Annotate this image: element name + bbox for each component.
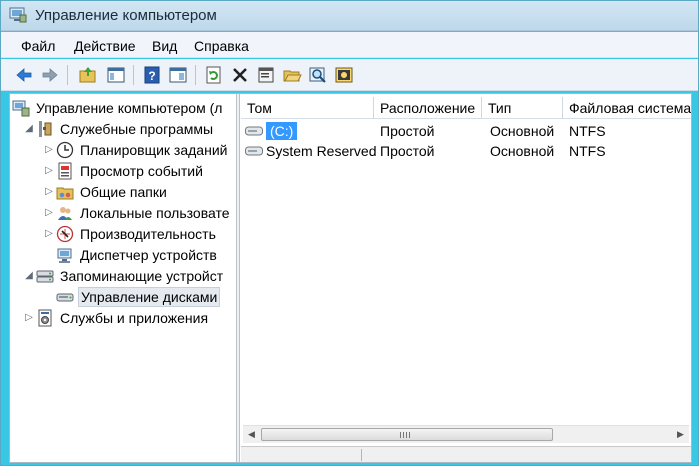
- column-header-layout[interactable]: Расположение: [374, 97, 482, 119]
- up-folder-icon[interactable]: [77, 64, 99, 86]
- system-tools-icon: [36, 120, 54, 138]
- show-hide-tree-icon[interactable]: [105, 64, 127, 86]
- window-title: Управление компьютером: [35, 7, 217, 24]
- tree-item-label: Просмотр событий: [80, 162, 203, 179]
- status-bar: [241, 446, 691, 462]
- tree-item[interactable]: ▷ Локальные пользовате: [42, 202, 232, 223]
- toolbar: ?: [1, 59, 698, 91]
- drive-icon: [245, 146, 263, 156]
- tree-item-label: Служебные программы: [60, 120, 214, 137]
- tree-item-label: Производительность: [80, 225, 216, 242]
- local-users-icon: [56, 204, 74, 222]
- menu-bar: Файл Действие Вид Справка: [1, 32, 698, 58]
- title-bar: Управление компьютером: [1, 1, 698, 31]
- storage-icon: [36, 267, 54, 285]
- collapsed-arrow-icon[interactable]: ▷: [42, 160, 56, 181]
- volume-list-header: Том Расположение Тип Файловая система: [241, 97, 691, 119]
- tree-item-label: Общие папки: [80, 183, 167, 200]
- collapsed-arrow-icon[interactable]: ▷: [22, 307, 36, 328]
- tree-item[interactable]: ▷ Общие папки: [42, 181, 169, 202]
- pane-splitter[interactable]: [236, 94, 240, 462]
- volume-name-cell: System Reserved: [245, 141, 376, 161]
- shared-folders-icon: [56, 183, 74, 201]
- tree-item[interactable]: ◢ Запоминающие устройст: [22, 265, 225, 286]
- collapsed-arrow-icon[interactable]: ▷: [42, 202, 56, 223]
- scroll-left-icon[interactable]: ◀: [243, 426, 260, 443]
- tree-item-label: Управление компьютером (л: [36, 99, 223, 116]
- event-viewer-icon: [56, 162, 74, 180]
- menu-help[interactable]: Справка: [194, 38, 249, 54]
- tree-item-label: Планировщик заданий: [80, 141, 228, 158]
- delete-icon[interactable]: [229, 64, 251, 86]
- tree-item[interactable]: Управление компьютером (л: [12, 97, 224, 118]
- volume-name: System Reserved: [266, 143, 377, 159]
- back-icon[interactable]: [13, 64, 35, 86]
- volume-name: (C:): [266, 122, 298, 140]
- menu-file[interactable]: Файл: [21, 38, 55, 54]
- volume-layout-cell: Простой: [380, 123, 435, 139]
- tree-item-label: Управление дисками: [78, 286, 221, 307]
- expanded-arrow-icon[interactable]: ◢: [22, 265, 36, 286]
- refresh-icon[interactable]: [203, 64, 225, 86]
- services-apps-icon: [36, 309, 54, 327]
- menu-view[interactable]: Вид: [152, 38, 177, 54]
- disk-management-icon: [56, 288, 74, 306]
- collapsed-arrow-icon[interactable]: ▷: [42, 181, 56, 202]
- content-area: Управление компьютером (л ◢ Служебные прог…: [9, 93, 692, 463]
- device-manager-icon: [56, 246, 74, 264]
- volume-name-cell: (C:): [245, 121, 298, 141]
- tree-item[interactable]: ▷ Службы и приложения: [22, 307, 210, 328]
- drive-icon: [245, 126, 263, 136]
- column-header-volume[interactable]: Том: [241, 97, 374, 119]
- tree-item[interactable]: ▷ Производительность: [42, 223, 218, 244]
- menu-action[interactable]: Действие: [74, 38, 136, 54]
- collapsed-arrow-icon[interactable]: ▷: [42, 223, 56, 244]
- tree-item[interactable]: ▷ Планировщик заданий: [42, 139, 229, 160]
- volume-list-pane: Том Расположение Тип Файловая система (C…: [241, 94, 691, 462]
- scrollbar-grip-icon: [400, 432, 410, 438]
- tree-item[interactable]: Диспетчер устройств: [42, 244, 219, 265]
- navigation-tree: Управление компьютером (л ◢ Служебные прог…: [10, 94, 236, 462]
- volume-row[interactable]: System Reserved Простой Основной NTFS: [241, 141, 691, 161]
- scroll-right-icon[interactable]: ▶: [672, 426, 689, 443]
- tree-item-label: Запоминающие устройст: [60, 267, 224, 284]
- help-icon[interactable]: ?: [141, 64, 163, 86]
- tree-item[interactable]: Управление дисками: [42, 286, 221, 307]
- show-hide-action-pane-icon[interactable]: [167, 64, 189, 86]
- scrollbar-thumb[interactable]: [261, 428, 553, 441]
- column-header-file-system[interactable]: Файловая система: [563, 97, 691, 119]
- tree-item-label: Диспетчер устройств: [80, 246, 217, 263]
- volume-filesystem-cell: NTFS: [569, 143, 606, 159]
- volume-type-cell: Основной: [490, 123, 555, 139]
- performance-icon: [56, 225, 74, 243]
- svg-text:?: ?: [148, 69, 155, 83]
- collapsed-arrow-icon[interactable]: ▷: [42, 139, 56, 160]
- tree-item-label: Службы и приложения: [60, 309, 209, 326]
- volume-filesystem-cell: NTFS: [569, 123, 606, 139]
- computer-management-icon: [12, 99, 30, 117]
- computer-management-window: Управление компьютером Файл Действие Вид…: [0, 0, 699, 466]
- search-icon[interactable]: [307, 64, 329, 86]
- volume-row[interactable]: (C:) Простой Основной NTFS: [241, 121, 691, 141]
- volume-layout-cell: Простой: [380, 143, 435, 159]
- tree-item[interactable]: ◢ Служебные программы: [22, 118, 215, 139]
- expanded-arrow-icon[interactable]: ◢: [22, 118, 36, 139]
- computer-management-app-icon: [9, 7, 27, 23]
- tree-item[interactable]: ▷ Просмотр событий: [42, 160, 205, 181]
- properties-icon[interactable]: [255, 64, 277, 86]
- volume-type-cell: Основной: [490, 143, 555, 159]
- settings-icon[interactable]: [333, 64, 355, 86]
- open-folder-icon[interactable]: [281, 64, 303, 86]
- tree-item-label: Локальные пользовате: [80, 204, 230, 221]
- horizontal-scrollbar[interactable]: ◀ ▶: [243, 425, 689, 443]
- column-header-type[interactable]: Тип: [482, 97, 563, 119]
- task-scheduler-icon: [56, 141, 74, 159]
- forward-icon[interactable]: [39, 64, 61, 86]
